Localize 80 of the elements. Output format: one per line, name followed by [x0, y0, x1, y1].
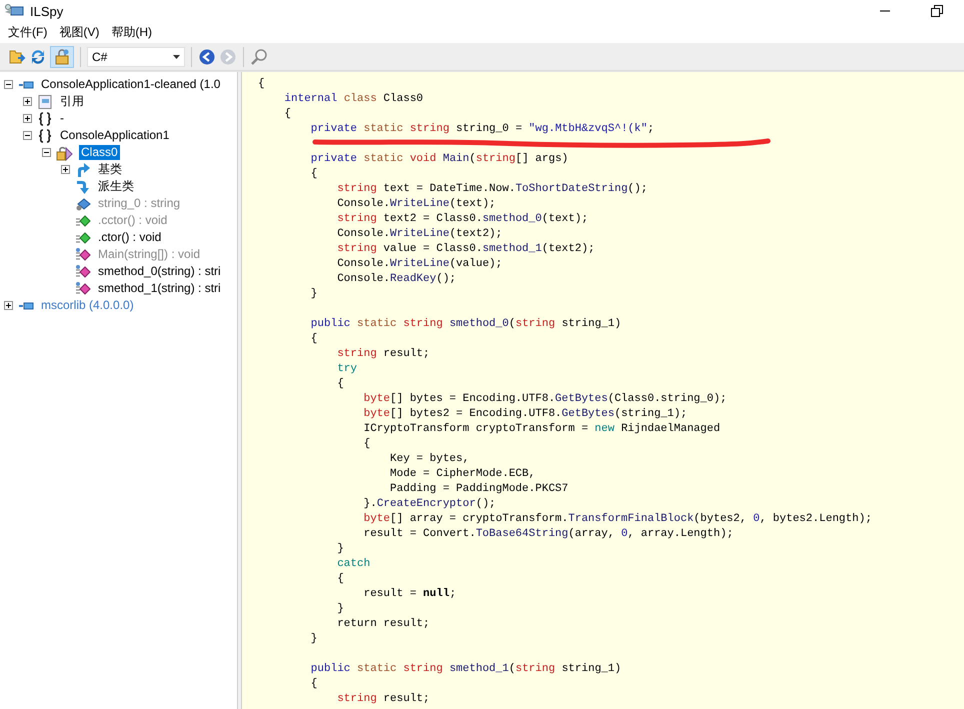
code-line: Console.WriteLine(text);	[337, 197, 496, 212]
tree-item[interactable]: Class0	[79, 145, 120, 160]
expander-icon[interactable]	[23, 97, 32, 106]
tree-item[interactable]: ConsoleApplication1-cleaned (1.0	[39, 77, 222, 92]
code-line: {	[258, 77, 265, 92]
code-line: Console.WriteLine(text2);	[337, 227, 502, 242]
folder-icon[interactable]	[8, 48, 26, 66]
expander-icon[interactable]	[61, 165, 70, 174]
method-icon	[75, 264, 91, 280]
restore-icon[interactable]	[931, 5, 943, 17]
menu-item[interactable]: 帮助(H)	[105, 22, 158, 43]
expander-icon[interactable]	[4, 80, 13, 89]
code-line: string text2 = Class0.smethod_0(text);	[337, 212, 588, 227]
tree-item[interactable]: -	[58, 111, 66, 126]
code-line: Key = bytes,	[390, 452, 470, 467]
caret-icon	[173, 54, 180, 58]
tree-item[interactable]: 基类	[96, 162, 124, 177]
method-icon	[75, 280, 91, 296]
code-line: byte[] array = cryptoTransform.TransformFinalBlock(bytes2, 0, bytes2.Length);	[364, 512, 872, 527]
code-line: catch	[337, 557, 370, 572]
code-line: result = null;	[364, 587, 456, 602]
tree-item[interactable]: smethod_0(string) : stri	[96, 264, 223, 279]
window-title: ILSpy	[30, 4, 64, 18]
code-line: {	[310, 167, 318, 182]
expander-icon[interactable]	[23, 114, 32, 123]
code-line: string result;	[337, 347, 430, 362]
expander-icon[interactable]	[42, 148, 51, 157]
expander-icon[interactable]	[23, 131, 32, 140]
code-line: string result;	[337, 692, 430, 707]
field-icon	[75, 196, 91, 212]
code-line: }	[337, 542, 344, 557]
code-line: private static string string_0 = "wg.MtbH&zvqS^!(k";	[310, 122, 654, 137]
code-line: }	[310, 287, 318, 302]
code-line: {	[364, 437, 370, 452]
code-line: private static void Main(string[] args)	[310, 152, 568, 167]
code-line: {	[310, 332, 318, 347]
code-line: ICryptoTransform cryptoTransform = new RijndaelManaged	[364, 422, 720, 437]
code-line: {	[284, 107, 291, 122]
tree-item[interactable]: mscorlib (4.0.0.0)	[39, 298, 136, 313]
menu-item[interactable]: 视图(V)	[53, 22, 106, 43]
code-line: public static string smethod_0(string string_1)	[310, 317, 622, 332]
tree-item[interactable]: .ctor() : void	[96, 230, 164, 245]
refresh-icon[interactable]	[29, 48, 47, 66]
constructor-icon	[75, 230, 91, 246]
code-line: byte[] bytes2 = Encoding.UTF8.GetBytes(string_1);	[364, 407, 688, 422]
tree-item[interactable]: 派生类	[96, 179, 136, 194]
code-line: {	[337, 377, 344, 392]
language-dropdown[interactable]: C#	[87, 46, 185, 66]
class-icon	[56, 144, 74, 160]
up-arrow-icon	[75, 162, 91, 178]
tree-item[interactable]: ConsoleApplication1	[58, 128, 172, 143]
code-line: {	[337, 572, 344, 587]
tree-item[interactable]: 引用	[58, 94, 86, 109]
code-line: Mode = CipherMode.ECB,	[390, 467, 536, 482]
code-line: Console.ReadKey();	[337, 272, 456, 287]
code-line: Console.WriteLine(value);	[337, 257, 502, 272]
code-line: result = Convert.ToBase64String(array, 0, array.Length);	[364, 527, 734, 542]
braces-icon	[37, 110, 53, 126]
code-line: public static string smethod_1(string string_1)	[310, 662, 622, 677]
code-line: return result;	[337, 617, 430, 632]
constructor-icon	[75, 212, 91, 228]
code-line: string value = Class0.smethod_1(text2);	[337, 242, 595, 257]
code-line: string text = DateTime.Now.ToShortDateString();	[337, 182, 648, 197]
braces-icon	[37, 128, 53, 144]
code-line: }	[337, 602, 344, 617]
code-line: {	[310, 677, 318, 692]
toggle-button[interactable]	[50, 46, 74, 68]
references-icon	[37, 94, 53, 110]
code-line: try	[337, 362, 358, 377]
down-arrow-icon	[75, 178, 91, 194]
code-line: }.CreateEncryptor();	[364, 497, 496, 512]
code-line: internal class Class0	[284, 92, 424, 107]
code-line: Padding = PaddingMode.PKCS7	[390, 482, 568, 497]
menu-item[interactable]: 文件(F)	[2, 22, 54, 43]
search-icon[interactable]	[250, 48, 268, 66]
tree-item[interactable]: smethod_1(string) : stri	[96, 281, 223, 296]
expander-icon[interactable]	[4, 301, 13, 310]
method-icon	[75, 246, 91, 262]
code-line: }	[310, 632, 318, 647]
code-line: byte[] bytes = Encoding.UTF8.GetBytes(Class0.string_0);	[364, 392, 727, 407]
